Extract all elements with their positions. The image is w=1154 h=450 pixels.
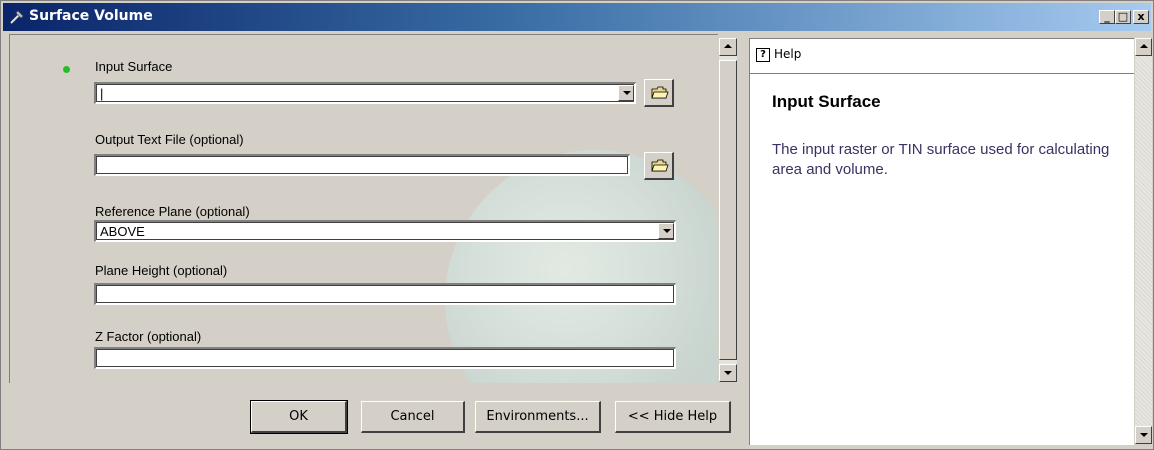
help-description: The input raster or TIN surface used for… <box>772 141 1110 178</box>
z-factor-field[interactable] <box>94 347 676 369</box>
scroll-thumb[interactable] <box>719 60 737 360</box>
input-surface-value: | <box>100 86 104 101</box>
help-scroll-down-button[interactable] <box>1135 426 1152 444</box>
required-indicator-icon <box>63 66 70 73</box>
minimize-button[interactable]: _ <box>1099 10 1115 24</box>
output-text-file-browse-button[interactable] <box>644 152 674 180</box>
z-factor-label: Z Factor (optional) <box>95 329 202 344</box>
environments-button[interactable]: Environments... <box>475 401 601 433</box>
output-text-file-label: Output Text File (optional) <box>95 132 244 147</box>
scroll-up-button[interactable] <box>719 38 737 56</box>
title-bar[interactable]: Surface Volume _ □ x <box>3 3 1151 31</box>
help-scroll-up-button[interactable] <box>1135 38 1152 56</box>
cancel-button[interactable]: Cancel <box>361 401 465 433</box>
input-surface-browse-button[interactable] <box>644 79 674 107</box>
help-icon: ? <box>756 47 770 62</box>
help-tab-label: Help <box>774 47 802 61</box>
input-surface-dropdown-button[interactable] <box>618 85 634 101</box>
help-title: Input Surface <box>772 92 881 111</box>
input-surface-label: Input Surface <box>95 59 173 74</box>
tool-dialog-window: Surface Volume _ □ x Input Surface | Out… <box>0 0 1154 450</box>
reference-plane-label: Reference Plane (optional) <box>95 204 250 219</box>
input-surface-combobox[interactable]: | <box>94 82 636 104</box>
help-pane: ? Help Input Surface The input raster or … <box>749 38 1134 445</box>
open-folder-icon <box>651 159 669 172</box>
close-button[interactable]: x <box>1133 10 1149 24</box>
reference-plane-value: ABOVE <box>100 224 145 239</box>
ok-button[interactable]: OK <box>250 400 348 434</box>
parameter-pane-scrollbar[interactable] <box>719 38 737 382</box>
plane-height-field[interactable] <box>94 283 676 305</box>
maximize-button[interactable]: □ <box>1115 10 1131 24</box>
help-tab[interactable]: ? Help <box>756 47 801 62</box>
hammer-tool-icon <box>10 10 24 24</box>
reference-plane-select[interactable]: ABOVE <box>94 220 676 242</box>
open-folder-icon <box>651 86 669 99</box>
plane-height-label: Plane Height (optional) <box>95 263 228 278</box>
hide-help-button[interactable]: << Hide Help <box>615 401 731 433</box>
window-title: Surface Volume <box>29 8 153 24</box>
help-pane-scrollbar[interactable] <box>1135 38 1152 444</box>
scroll-down-button[interactable] <box>719 364 737 382</box>
reference-plane-dropdown-button[interactable] <box>658 223 674 239</box>
output-text-file-field[interactable] <box>94 154 630 176</box>
help-header: ? Help <box>750 39 1134 74</box>
